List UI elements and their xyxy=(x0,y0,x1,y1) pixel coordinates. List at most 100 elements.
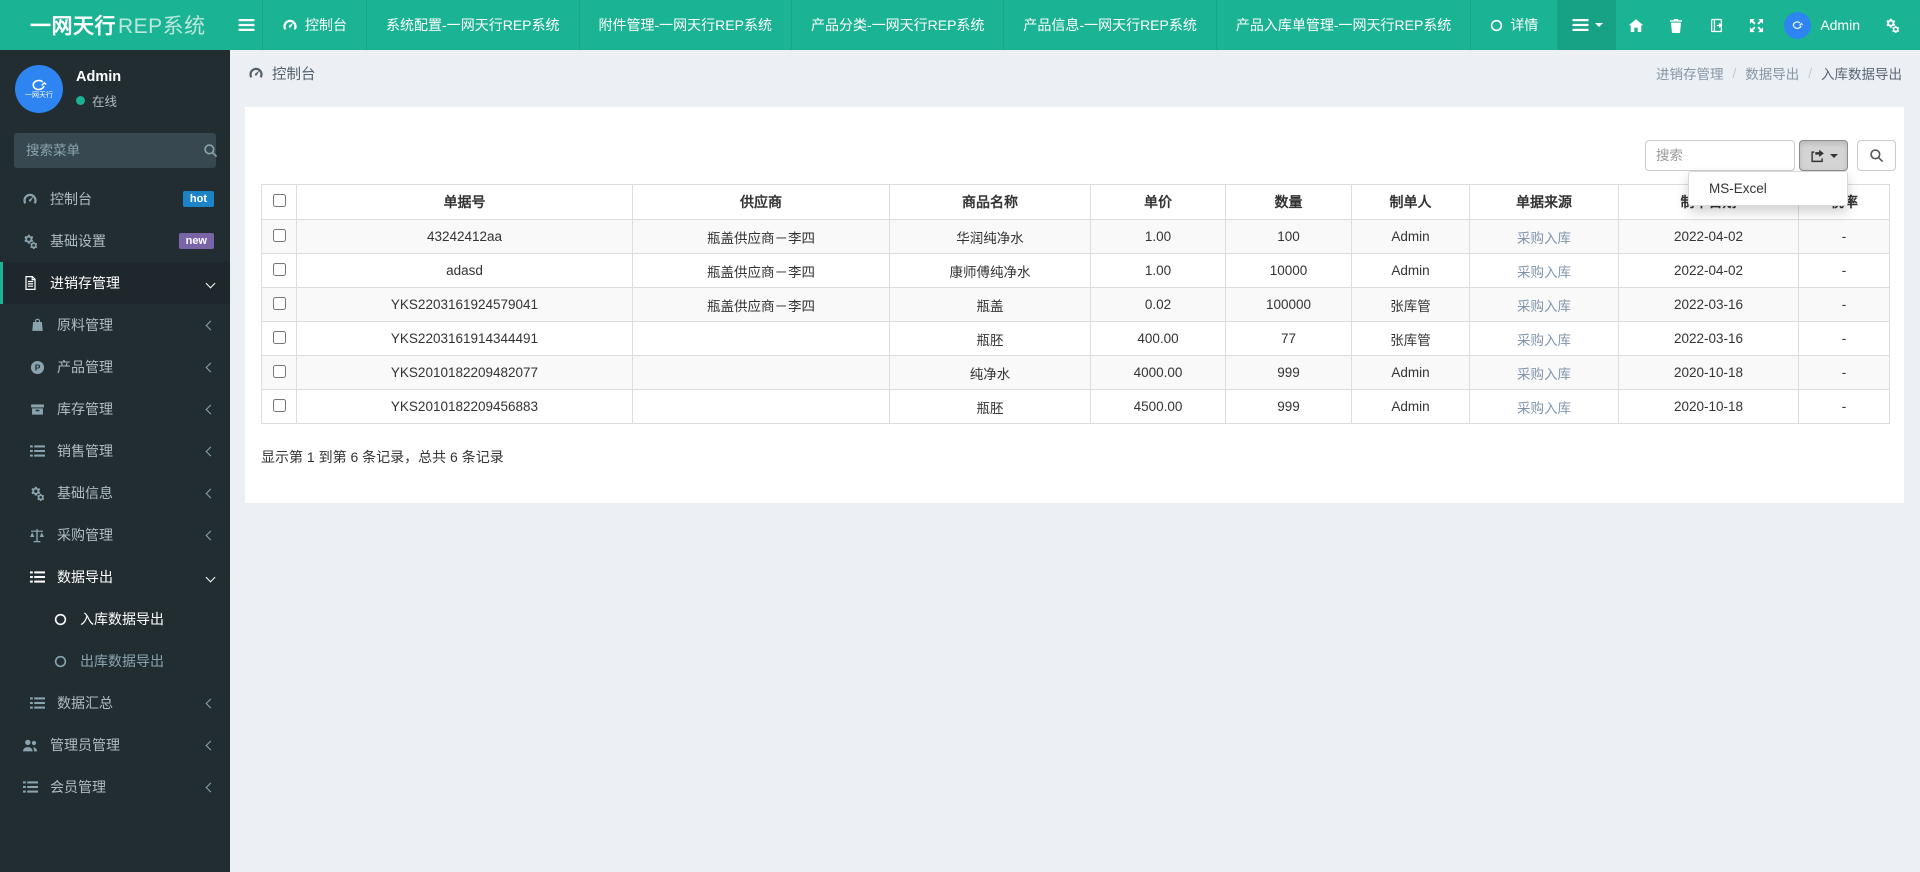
nav-tab-4[interactable]: 产品信息-一网天行REP系统 xyxy=(1004,0,1217,50)
nav-tab-label: 控制台 xyxy=(305,17,348,33)
sidebar-item-12[interactable]: 数据汇总 xyxy=(0,682,230,724)
row-checkbox[interactable] xyxy=(272,262,286,276)
sidebar-item-14[interactable]: 会员管理 xyxy=(0,766,230,808)
sidebar-item-10[interactable]: 入库数据导出 xyxy=(0,598,230,640)
archive-icon xyxy=(28,402,46,417)
file-text-icon xyxy=(21,275,39,291)
sidebar-item-6[interactable]: 销售管理 xyxy=(0,430,230,472)
breadcrumb-item[interactable]: 进销存管理 xyxy=(1656,63,1724,83)
sidebar-item-9[interactable]: 数据导出 xyxy=(0,556,230,598)
table-cell[interactable]: 采购入库 xyxy=(1469,321,1619,356)
avatar-label: 一网天行 xyxy=(25,91,53,99)
table-cell: 4500.00 xyxy=(1090,389,1226,424)
table-search-button[interactable] xyxy=(1857,140,1896,171)
row-select-cell xyxy=(261,253,297,288)
sidebar-toggle-button[interactable] xyxy=(230,0,262,50)
table-cell: 999 xyxy=(1225,389,1352,424)
home-button[interactable] xyxy=(1616,0,1656,50)
nav-tab-5[interactable]: 产品入库单管理-一网天行REP系统 xyxy=(1217,0,1472,50)
nav-tab-2[interactable]: 附件管理-一网天行REP系统 xyxy=(580,0,792,50)
sidebar-item-label: 管理员管理 xyxy=(50,737,120,753)
export-icon xyxy=(1810,149,1825,163)
sidebar-item-1[interactable]: 基础设置 new xyxy=(0,220,230,262)
layout-dropdown-button[interactable] xyxy=(1558,0,1617,50)
app-logo-rest: REP系统 xyxy=(118,15,206,38)
nav-tab-label: 详情 xyxy=(1510,17,1539,33)
nav-tab-1[interactable]: 系统配置-一网天行REP系统 xyxy=(367,0,580,50)
row-select-cell xyxy=(261,321,297,356)
select-all-checkbox[interactable] xyxy=(272,194,286,207)
table-cell: 1.00 xyxy=(1090,253,1226,288)
export-button[interactable] xyxy=(1799,140,1848,171)
navbar-username[interactable]: Admin xyxy=(1820,17,1860,33)
row-select-cell xyxy=(261,219,297,254)
clipboard-icon xyxy=(1709,18,1724,33)
table-cell: YKS2010182209482077 xyxy=(296,355,633,390)
chevron-left-icon xyxy=(205,782,216,792)
table-cell: 43242412aa xyxy=(296,219,633,254)
dashboard-icon xyxy=(248,65,264,81)
row-checkbox[interactable] xyxy=(272,228,286,242)
row-checkbox[interactable] xyxy=(272,330,286,344)
sidebar-item-0[interactable]: 控制台 hot xyxy=(0,178,230,220)
table-row: YKS2010182209456883 瓶胚 4500.00 999 Admin 采购入库… xyxy=(261,389,1890,424)
circle-o-icon xyxy=(51,655,69,668)
sidebar-item-7[interactable]: 基础信息 xyxy=(0,472,230,514)
avatar: 一网天行 xyxy=(15,65,63,113)
column-header: 单据来源 xyxy=(1469,184,1619,220)
page-title-label: 控制台 xyxy=(272,66,316,83)
row-checkbox[interactable] xyxy=(272,398,286,412)
table-cell: 1.00 xyxy=(1090,219,1226,254)
export-option-ms-excel[interactable]: MS-Excel xyxy=(1689,176,1847,201)
table-cell: - xyxy=(1798,219,1890,254)
sidebar-item-4[interactable]: P 产品管理 xyxy=(0,346,230,388)
dashboard-icon xyxy=(282,17,298,33)
sidebar-item-8[interactable]: 采购管理 xyxy=(0,514,230,556)
sidebar-item-2[interactable]: 进销存管理 xyxy=(0,262,230,304)
nav-tab-bar: 控制台 系统配置-一网天行REP系统 附件管理-一网天行REP系统 产品分类-一网天行… xyxy=(262,0,1559,50)
row-checkbox[interactable] xyxy=(272,296,286,310)
sidebar-item-11[interactable]: 出库数据导出 xyxy=(0,640,230,682)
table-cell: - xyxy=(1798,287,1890,322)
table-cell: 瓶盖供应商－李四 xyxy=(632,287,890,322)
sidebar-search-input[interactable] xyxy=(26,143,203,158)
table-cell xyxy=(632,321,890,356)
nav-tab-6[interactable]: 详情 xyxy=(1471,0,1559,50)
table-cell: 瓶盖供应商－李四 xyxy=(632,219,890,254)
sidebar-item-13[interactable]: 管理员管理 xyxy=(0,724,230,766)
sidebar-item-label: 基础设置 xyxy=(50,233,106,249)
fullscreen-button[interactable] xyxy=(1736,0,1776,50)
breadcrumb-item[interactable]: 数据导出 xyxy=(1745,63,1799,83)
sidebar-item-5[interactable]: 库存管理 xyxy=(0,388,230,430)
table-cell[interactable]: 采购入库 xyxy=(1469,253,1619,288)
nav-tab-3[interactable]: 产品分类-一网天行REP系统 xyxy=(792,0,1005,50)
table-search-input[interactable] xyxy=(1645,140,1795,171)
app-logo: 一网天行 REP系统 xyxy=(0,0,230,50)
table-cell: Admin xyxy=(1351,253,1470,288)
table-cell: 400.00 xyxy=(1090,321,1226,356)
circle-o-icon xyxy=(51,613,69,626)
clipboard-button[interactable] xyxy=(1696,0,1736,50)
table-cell: 10000 xyxy=(1225,253,1352,288)
breadcrumb-separator: / xyxy=(1732,65,1737,81)
table-row: YKS2203161914344491 瓶胚 400.00 77 张库管 采购入库 2022… xyxy=(261,321,1890,356)
table-cell: 0.02 xyxy=(1090,287,1226,322)
settings-button[interactable] xyxy=(1872,0,1912,50)
sidebar-item-label: 销售管理 xyxy=(57,443,113,459)
sidebar-item-3[interactable]: 原料管理 xyxy=(0,304,230,346)
table-cell[interactable]: 采购入库 xyxy=(1469,287,1619,322)
row-checkbox[interactable] xyxy=(272,364,286,378)
table-cell: 2020-10-18 xyxy=(1618,389,1799,424)
table-cell[interactable]: 采购入库 xyxy=(1469,389,1619,424)
clear-cache-button[interactable] xyxy=(1656,0,1696,50)
table-cell: 999 xyxy=(1225,355,1352,390)
sidebar-user-status-label: 在线 xyxy=(92,94,118,109)
svg-text:P: P xyxy=(34,362,40,372)
table-cell: 瓶盖供应商－李四 xyxy=(632,253,890,288)
table-cell[interactable]: 采购入库 xyxy=(1469,219,1619,254)
navbar-avatar[interactable] xyxy=(1784,11,1812,39)
table-cell[interactable]: 采购入库 xyxy=(1469,355,1619,390)
table-cell: Admin xyxy=(1351,219,1470,254)
online-status-icon xyxy=(76,95,85,105)
nav-tab-0[interactable]: 控制台 xyxy=(262,0,368,50)
